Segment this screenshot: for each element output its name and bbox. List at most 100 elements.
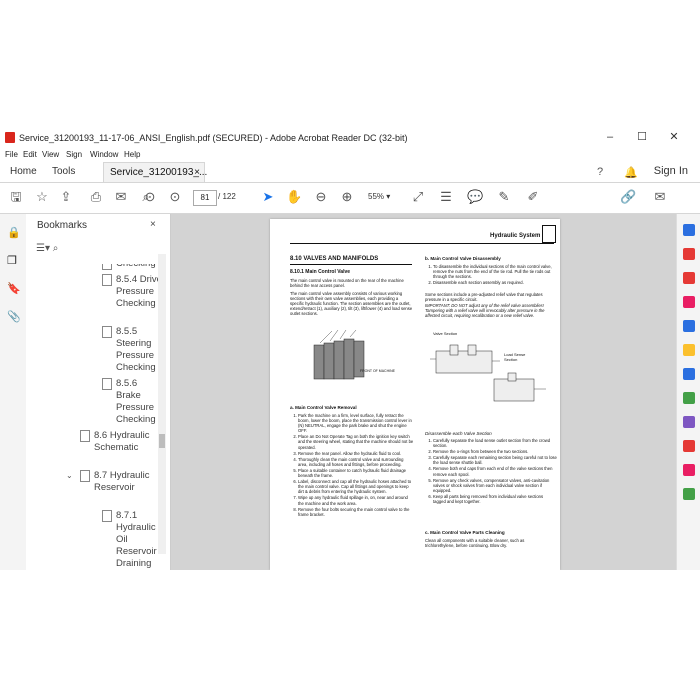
bookmark-item[interactable]: 8.6 Hydraulic Schematic [80,430,160,454]
bookmarks-scrollbar[interactable] [158,254,166,554]
menu-help[interactable]: Help [124,150,140,159]
page-number-input[interactable]: 81 [193,190,217,206]
menu-window[interactable]: Window [90,150,118,159]
fill-sign-icon[interactable] [683,416,695,428]
comment-icon[interactable]: 💬 [467,189,483,205]
bookmark-page-icon [102,510,112,522]
step-item: Keep all parts being removed from indivi… [433,494,557,504]
bookmark-item[interactable]: 8.5.5 Steering Pressure Checking [102,326,160,374]
tab-home[interactable]: Home [10,162,37,182]
organize-pages-icon[interactable] [683,392,695,404]
share-link-icon[interactable]: 🔗 [620,189,636,205]
save-icon[interactable]: 🖫 [8,189,24,205]
right-tools-rail [676,214,700,570]
menu-edit[interactable]: Edit [23,150,37,159]
acrobat-window: Service_31200193_11-17-06_ANSI_English.p… [0,127,700,570]
section-rule [290,264,412,265]
comment-tool-icon[interactable] [683,344,695,356]
left-rail: 🔒 ❐ 🔖 📎 [0,214,27,570]
tab-document[interactable]: Service_31200193_... × [103,162,207,183]
bookmarks-list: Checking 8.5.4 Drive Pressure Checking 8.5… [26,264,160,570]
disassembly-title: b. Main Control Valve Disassembly [425,256,501,261]
bookmark-item[interactable]: 8.7.1 Hydraulic Oil Reservoir Draining [102,510,160,570]
lock-icon[interactable]: 🔒 [7,226,21,239]
chevron-down-icon[interactable]: ⌄ [66,470,73,482]
figure-caption: FRONT OF MACHINE [360,369,395,373]
page-header: Hydraulic System [490,233,541,239]
convert-icon[interactable] [683,320,695,332]
valve-figure [313,329,365,380]
hydraulic-icon [542,225,556,243]
tab-bar: Home Tools Service_31200193_... × ? 🔔 Si… [0,162,700,183]
hand-tool-icon[interactable]: ✋ [286,189,302,205]
menu-file[interactable]: File [5,150,18,159]
minimize-button[interactable]: – [600,130,620,144]
bookmark-item[interactable]: Checking [102,264,160,270]
step-item: Thoroughly clean the main control valve … [298,457,414,467]
more-tools-icon[interactable] [683,488,695,500]
step-item: Wipe up any hydraulic fluid spillage in,… [298,495,414,505]
fit-page-icon[interactable]: ⤢ [410,189,426,205]
mail-share-icon[interactable]: ✉ [652,189,668,205]
maximize-button[interactable]: ☐ [632,130,652,144]
scrollbar-thumb[interactable] [159,434,165,448]
step-item: Remove any check valves, compensator val… [433,478,557,493]
document-viewer[interactable]: Hydraulic System 8.10 VALVES AND MANIFOL… [171,214,676,570]
star-icon[interactable]: ☆ [34,189,50,205]
sign-in-button[interactable]: Sign In [654,165,688,177]
bell-icon[interactable]: 🔔 [624,166,638,179]
scroll-mode-icon[interactable]: ☰ [438,189,454,205]
close-button[interactable]: ✕ [664,130,684,144]
zoom-value: 55% [368,192,385,201]
section-title: 8.10 VALVES AND MANIFOLDS [290,256,379,262]
combine-files-icon[interactable] [683,368,695,380]
mail-icon[interactable]: ✉ [113,189,129,205]
each-section-steps: Carefully separate the load sense outlet… [425,438,557,505]
select-tool-icon[interactable]: ➤ [260,189,276,205]
bookmarks-close-icon[interactable]: × [150,219,156,230]
print-icon[interactable]: ⎙ [88,189,104,205]
tab-close-icon[interactable]: × [194,163,200,183]
bookmark-item[interactable]: 8.5.4 Drive Pressure Checking [102,274,160,310]
toolbar: 🖫 ☆ ⇪ ⎙ ✉ ⌕ ⊙ ⊙ 81 / 122 ➤ ✋ ⊖ ⊕ 55% ▾ ⤢… [0,183,700,214]
highlight-icon[interactable]: ✎ [496,189,512,205]
bookmarks-title: Bookmarks [37,220,88,231]
step-item: Carefully separate the load sense outlet… [433,438,557,448]
bookmark-label: 8.7 Hydraulic Reservoir [94,470,150,493]
upload-icon[interactable]: ⇪ [58,189,74,205]
zoom-in-icon[interactable]: ⊕ [339,189,355,205]
protect-icon[interactable] [683,440,695,452]
create-pdf-icon[interactable] [683,272,695,284]
bookmarks-options-icon[interactable]: ☰▾ ⌕ [36,243,58,254]
bookmark-item[interactable]: ⌄ 8.7 Hydraulic Reservoir [66,470,160,494]
step-item: Carefully separate each remaining sectio… [433,455,557,465]
pages-icon[interactable]: ❐ [7,254,17,267]
help-icon[interactable]: ? [597,166,603,178]
bookmark-label: Checking [116,264,156,269]
menu-view[interactable]: View [42,150,59,159]
valve-section-figure [430,344,546,402]
bookmark-item[interactable]: 8.5.6 Brake Pressure Checking [102,378,160,426]
bookmark-page-icon [102,378,112,390]
next-page-icon[interactable]: ⊙ [167,189,183,205]
zoom-dropdown[interactable]: 55% ▾ [368,190,402,204]
send-for-signature-icon[interactable] [683,464,695,476]
step-item: Label, disconnect and cap all the hydrau… [298,479,414,494]
bookmark-label: 8.6 Hydraulic Schematic [94,430,150,453]
page-total: / 122 [218,192,236,201]
step-item: Place a suitable container to catch hydr… [298,468,414,478]
search-tool-icon[interactable] [683,224,695,236]
bookmark-icon[interactable]: 🔖 [7,282,21,295]
attachment-icon[interactable]: 📎 [7,310,21,323]
bookmark-page-icon [102,264,112,270]
prev-page-icon[interactable]: ⊙ [142,189,158,205]
zoom-out-icon[interactable]: ⊖ [313,189,329,205]
disassembly-note: Some sections include a pre-adjusted rel… [425,292,543,303]
bookmark-label: 8.5.5 Steering Pressure Checking [116,326,156,373]
step-item: Remove both end caps from each end of th… [433,466,557,476]
export-pdf-icon[interactable] [683,248,695,260]
menu-sign[interactable]: Sign [66,150,82,159]
tab-tools[interactable]: Tools [52,162,75,182]
pen-icon[interactable]: ✐ [525,189,541,205]
edit-pdf-icon[interactable] [683,296,695,308]
